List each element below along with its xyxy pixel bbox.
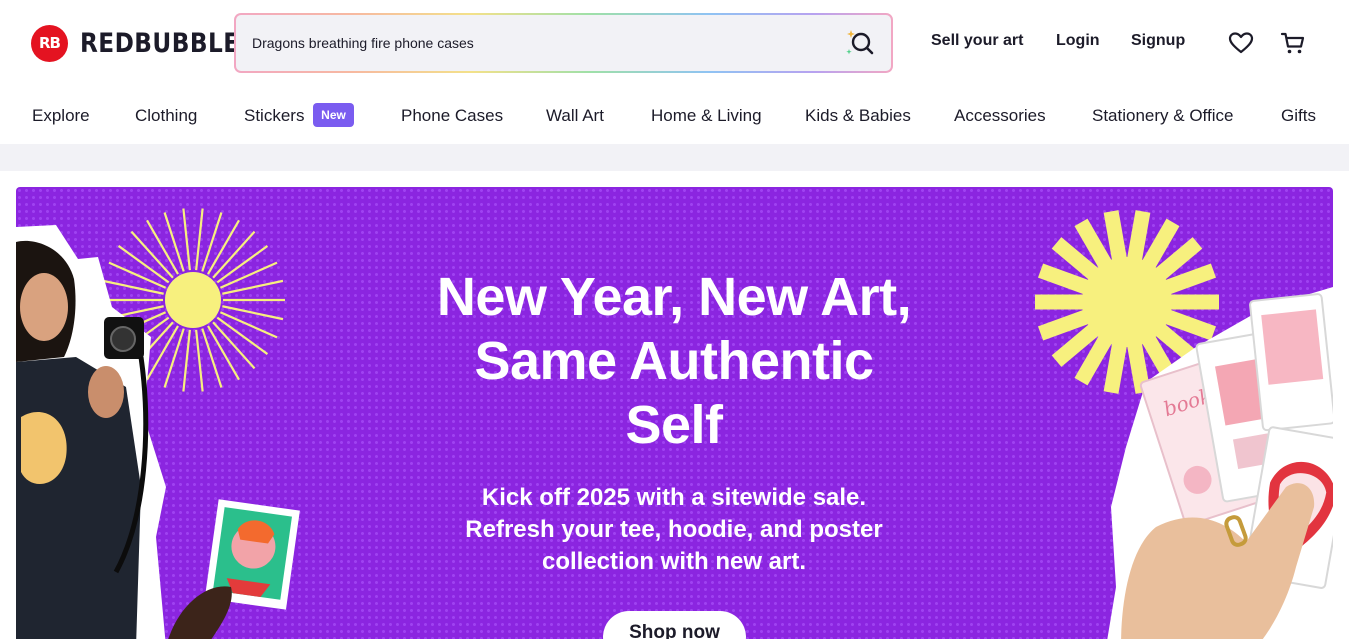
sell-your-art-link[interactable]: Sell your art: [931, 32, 1023, 50]
search-button[interactable]: [845, 27, 877, 59]
starburst-ray: [1103, 210, 1128, 264]
nav-explore[interactable]: Explore: [32, 106, 90, 126]
starburst-ray: [163, 328, 185, 388]
cart-icon: [1280, 32, 1305, 54]
right-sun: [1082, 257, 1172, 347]
nav-stickers[interactable]: Stickers: [244, 106, 304, 126]
starburst-ray: [195, 208, 204, 271]
nav-gifts[interactable]: Gifts: [1281, 106, 1316, 126]
starburst-ray: [1126, 210, 1151, 264]
signup-link[interactable]: Signup: [1131, 32, 1185, 50]
starburst-ray: [182, 329, 191, 392]
search-field-container: [236, 15, 891, 71]
login-link[interactable]: Login: [1056, 32, 1100, 50]
starburst-ray: [201, 328, 223, 388]
divider-strip: [0, 144, 1349, 171]
starburst-ray: [163, 212, 185, 272]
stickers-new-badge: New: [313, 103, 354, 127]
bottom-hand: [168, 586, 232, 639]
cart-button[interactable]: [1279, 29, 1307, 57]
logo-mark: RB: [31, 24, 68, 62]
nav-accessories[interactable]: Accessories: [954, 106, 1046, 126]
category-nav: Explore Clothing Stickers Phone Cases Wa…: [0, 86, 1349, 144]
nav-clothing[interactable]: Clothing: [135, 106, 197, 126]
starburst-ray: [182, 208, 191, 271]
search-input[interactable]: [252, 15, 832, 71]
search-bar: [234, 13, 893, 73]
hero-title: New Year, New Art, Same Authentic Self: [436, 267, 912, 455]
search-icon: [846, 30, 874, 55]
person-face: [20, 273, 68, 341]
starburst-ray: [195, 329, 204, 392]
hero-banner[interactable]: book Be New Year, New Art, Same Authenti…: [16, 187, 1333, 639]
nav-kids-babies[interactable]: Kids & Babies: [805, 106, 911, 126]
logo-wordmark: REDBUBBLE: [80, 27, 240, 59]
nav-phone-cases[interactable]: Phone Cases: [401, 106, 503, 126]
camera-lens: [110, 326, 136, 352]
redbubble-logo[interactable]: RB REDBUBBLE: [31, 24, 265, 62]
shop-now-button[interactable]: Shop now: [603, 611, 746, 639]
hero-subtitle: Kick off 2025 with a sitewide sale. Refr…: [465, 484, 883, 575]
nav-wall-art[interactable]: Wall Art: [546, 106, 604, 126]
sticker-card-3: [1249, 293, 1333, 432]
hand: [88, 366, 124, 418]
left-sun: [165, 272, 221, 328]
starburst-ray: [1103, 340, 1128, 394]
starburst-ray: [201, 212, 223, 272]
nav-home-living[interactable]: Home & Living: [651, 106, 762, 126]
favorites-button[interactable]: [1227, 29, 1255, 57]
nav-stationery-office[interactable]: Stationery & Office: [1092, 106, 1233, 126]
heart-icon: [1228, 32, 1254, 54]
top-header: RB REDBUBBLE Sell your art Login Signup: [0, 0, 1349, 86]
